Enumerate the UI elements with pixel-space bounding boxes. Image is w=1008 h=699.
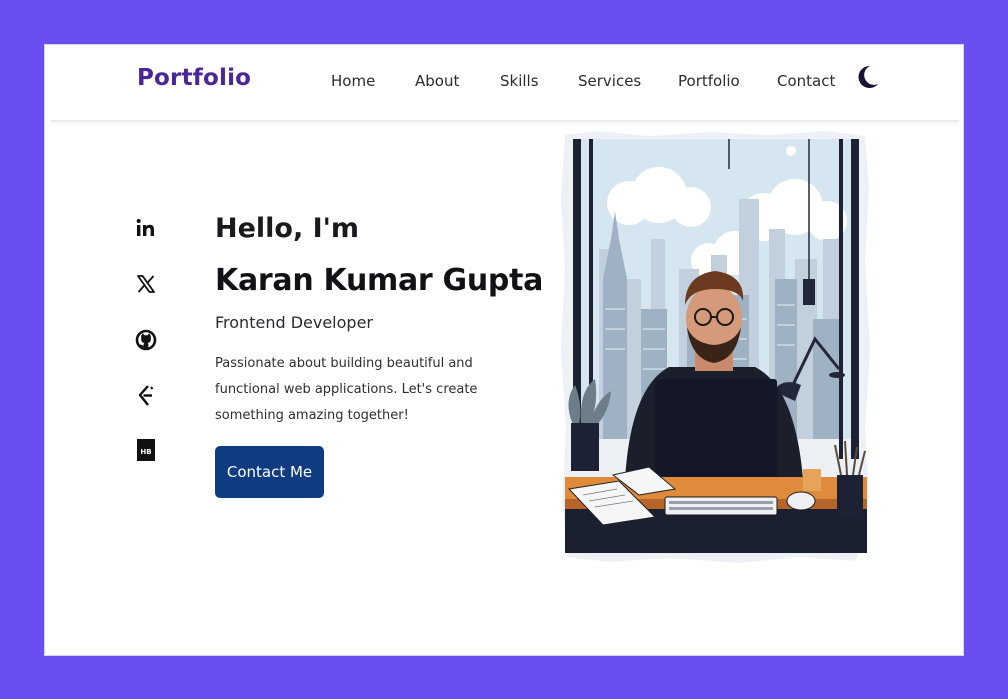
nav-portfolio[interactable]: Portfolio xyxy=(678,72,740,90)
hero-bio: Passionate about building beautiful and … xyxy=(215,356,478,423)
portfolio-page: Portfolio Home About Skills Services Por… xyxy=(44,44,964,656)
codechef-icon[interactable] xyxy=(133,383,159,409)
nav-services[interactable]: Services xyxy=(578,72,641,90)
nav-about[interactable]: About xyxy=(415,72,459,90)
developer-illustration xyxy=(559,129,871,569)
nav-home[interactable]: Home xyxy=(331,72,375,90)
hashnode-icon[interactable]: HB xyxy=(133,437,159,463)
svg-text:HB: HB xyxy=(140,448,151,456)
hero-greeting: Hello, I'm xyxy=(215,213,360,244)
hero-role: Frontend Developer xyxy=(215,313,373,332)
x-icon[interactable] xyxy=(133,271,159,297)
nav-skills[interactable]: Skills xyxy=(500,72,539,90)
navbar: Portfolio Home About Skills Services Por… xyxy=(45,45,963,121)
github-icon[interactable] xyxy=(133,327,159,353)
hero-name: Karan Kumar Gupta xyxy=(215,263,544,298)
linkedin-icon[interactable] xyxy=(133,215,159,241)
nav-contact[interactable]: Contact xyxy=(777,72,835,90)
nav-divider xyxy=(51,120,959,122)
contact-me-button[interactable]: Contact Me xyxy=(215,446,324,498)
brand-logo[interactable]: Portfolio xyxy=(137,65,251,91)
moon-icon[interactable] xyxy=(857,65,879,89)
